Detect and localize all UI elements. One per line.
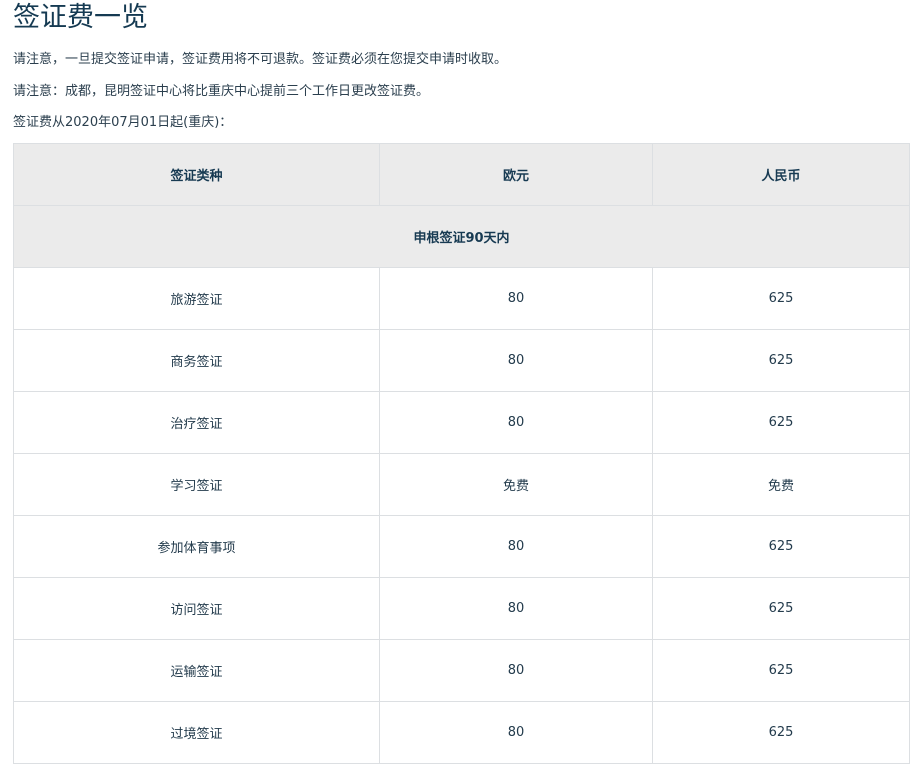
cny-cell: 625: [652, 267, 910, 330]
cny-cell: 625: [652, 515, 910, 578]
header-visa-type: 签证类种: [13, 143, 380, 206]
visa-type-cell: 访问签证: [13, 577, 380, 640]
visa-type-cell: 商务签证: [13, 329, 380, 392]
eur-cell: 80: [379, 577, 653, 640]
eur-cell: 80: [379, 515, 653, 578]
table-row: 运输签证 80 625: [13, 639, 910, 702]
visa-type-cell: 治疗签证: [13, 391, 380, 454]
cny-cell: 625: [652, 701, 910, 764]
table-row: 学习签证 免费 免费: [13, 453, 910, 516]
eur-cell: 80: [379, 639, 653, 702]
visa-type-cell: 参加体育事项: [13, 515, 380, 578]
header-eur: 欧元: [379, 143, 653, 206]
cny-cell: 免费: [652, 453, 910, 516]
cny-cell: 625: [652, 577, 910, 640]
visa-type-cell: 学习签证: [13, 453, 380, 516]
effective-date-notice: 签证费从2020年07月01日起(重庆)：: [13, 115, 233, 130]
section-title: 申根签证90天内: [13, 205, 910, 268]
table-row: 参加体育事项 80 625: [13, 515, 910, 578]
center-change-notice: 请注意：成都，昆明签证中心将比重庆中心提前三个工作日更改签证费。: [13, 84, 430, 99]
eur-cell: 免费: [379, 453, 653, 516]
table-row: 过境签证 80 625: [13, 701, 910, 764]
table-row: 商务签证 80 625: [13, 329, 910, 392]
section-row: 申根签证90天内: [13, 205, 910, 268]
page: 签证费一览 请注意，一旦提交签证申请，签证费用将不可退款。签证费必须在您提交申请…: [0, 0, 916, 765]
table-row: 旅游签证 80 625: [13, 267, 910, 330]
refund-notice: 请注意，一旦提交签证申请，签证费用将不可退款。签证费必须在您提交申请时收取。: [13, 52, 508, 67]
table-header-row: 签证类种 欧元 人民币: [13, 143, 910, 206]
cny-cell: 625: [652, 329, 910, 392]
eur-cell: 80: [379, 701, 653, 764]
visa-type-cell: 过境签证: [13, 701, 380, 764]
visa-fee-table: 签证类种 欧元 人民币 申根签证90天内 旅游签证 80 625 商务签证 80…: [13, 143, 910, 764]
table-row: 治疗签证 80 625: [13, 391, 910, 454]
visa-type-cell: 运输签证: [13, 639, 380, 702]
cny-cell: 625: [652, 391, 910, 454]
eur-cell: 80: [379, 329, 653, 392]
table-row: 访问签证 80 625: [13, 577, 910, 640]
eur-cell: 80: [379, 267, 653, 330]
visa-type-cell: 旅游签证: [13, 267, 380, 330]
page-title: 签证费一览: [13, 2, 148, 33]
header-cny: 人民币: [652, 143, 910, 206]
cny-cell: 625: [652, 639, 910, 702]
eur-cell: 80: [379, 391, 653, 454]
